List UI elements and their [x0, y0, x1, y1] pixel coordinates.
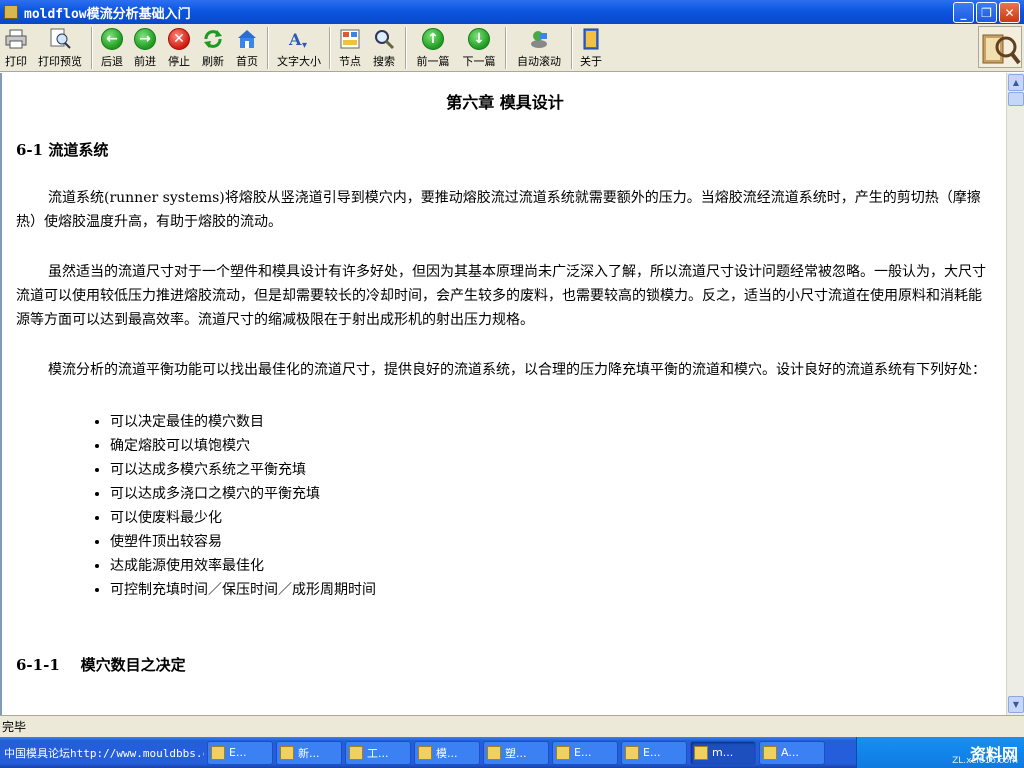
taskbar-item[interactable]: 新...: [276, 740, 342, 765]
taskbar-url-text: 中国模具论坛http://www.mouldbbs.com: [4, 746, 204, 760]
window-title: moldflow模流分析基础入门: [24, 6, 191, 22]
font-size-icon: A ▾: [287, 27, 311, 51]
application-icon: [487, 745, 501, 760]
subsection-title: 6-1-1 模穴数目之决定: [16, 656, 186, 674]
toolbar: 打印 打印预览 ← 后退 → 前进 ✕ 停止 刷新 首页 A ▾ 文字大小 节点…: [0, 24, 1024, 72]
text-size-button[interactable]: A ▾ 文字大小: [272, 24, 326, 70]
refresh-button[interactable]: 刷新: [196, 24, 230, 70]
taskbar-item[interactable]: 模...: [414, 740, 480, 765]
tree-nodes-icon: [338, 27, 362, 51]
back-button[interactable]: ← 后退: [96, 24, 128, 70]
status-bar: 完毕: [0, 715, 1024, 737]
application-icon: [763, 745, 777, 760]
auto-scroll-icon: [527, 27, 551, 51]
vertical-scrollbar[interactable]: ▲ ▼: [1006, 73, 1024, 715]
auto-scroll-button[interactable]: 自动滚动: [510, 24, 568, 70]
folder-icon: [211, 745, 225, 760]
status-text: 完毕: [2, 720, 27, 734]
watermark-url: ZL.xcl616.com: [952, 756, 1018, 766]
about-button[interactable]: 关于: [576, 24, 606, 70]
window-controls: _ ❐ ✕: [953, 2, 1020, 23]
list-item: 达成能源使用效率最佳化: [110, 554, 994, 578]
section-title: 6-1 流道系统: [16, 141, 109, 159]
up-arrow-icon: ↑: [422, 28, 444, 50]
about-book-icon: [579, 27, 603, 51]
scroll-down-button[interactable]: ▼: [1008, 696, 1024, 713]
next-article-button[interactable]: ↓ 下一篇: [456, 24, 502, 70]
printer-icon: [4, 27, 28, 51]
svg-text:A: A: [288, 30, 302, 49]
home-button[interactable]: 首页: [230, 24, 264, 70]
document-icon: [280, 745, 294, 760]
taskbar-item[interactable]: A...: [759, 740, 825, 765]
list-item: 可以决定最佳的模穴数目: [110, 410, 994, 434]
forward-arrow-icon: →: [134, 28, 156, 50]
folder-icon: [556, 745, 570, 760]
taskbar-item-active[interactable]: m...: [690, 740, 756, 765]
paragraph: 虽然适当的流道尺寸对于一个塑件和模具设计有许多好处，但因为其基本原理尚未广泛深入…: [16, 264, 986, 328]
magnifier-page-icon: [48, 27, 72, 51]
app-icon: [4, 5, 18, 19]
search-button[interactable]: 搜索: [366, 24, 402, 70]
stop-icon: ✕: [168, 28, 190, 50]
search-icon: [372, 27, 396, 51]
nodes-button[interactable]: 节点: [334, 24, 366, 70]
help-book-icon: [694, 745, 708, 760]
taskbar-item[interactable]: E...: [621, 740, 687, 765]
scroll-up-button[interactable]: ▲: [1008, 74, 1024, 91]
back-arrow-icon: ←: [101, 28, 123, 50]
benefits-list: 可以决定最佳的模穴数目 确定熔胶可以填饱模穴 可以达成多模穴系统之平衡充填 可以…: [94, 410, 994, 602]
refresh-icon: [201, 27, 225, 51]
scrollbar-thumb[interactable]: [1008, 92, 1024, 106]
home-icon: [235, 27, 259, 51]
document-view: 第六章 模具设计 6-1 流道系统 流道系统(runner systems)将熔…: [0, 73, 1006, 715]
print-preview-button[interactable]: 打印预览: [32, 24, 88, 70]
down-arrow-icon: ↓: [468, 28, 490, 50]
minimize-button[interactable]: _: [953, 2, 974, 23]
restore-button[interactable]: ❐: [976, 2, 997, 23]
close-button[interactable]: ✕: [999, 2, 1020, 23]
application-icon: [418, 745, 432, 760]
taskbar-item[interactable]: E...: [552, 740, 618, 765]
brand-logo-icon: [978, 26, 1022, 68]
system-tray: 资料网 ZL.xcl616.com: [856, 737, 1024, 768]
list-item: 可控制充填时间／保压时间／成形周期时间: [110, 578, 994, 602]
folder-icon: [625, 745, 639, 760]
svg-text:▾: ▾: [302, 40, 307, 50]
list-item: 确定熔胶可以填饱模穴: [110, 434, 994, 458]
stop-button[interactable]: ✕ 停止: [162, 24, 196, 70]
chapter-title: 第六章 模具设计: [446, 93, 564, 112]
application-icon: [349, 745, 363, 760]
list-item: 可以达成多浇口之模穴的平衡充填: [110, 482, 994, 506]
taskbar-item[interactable]: E...: [207, 740, 273, 765]
title-bar: moldflow模流分析基础入门 _ ❐ ✕: [0, 0, 1024, 24]
list-item: 可以使废料最少化: [110, 506, 994, 530]
list-item: 可以达成多模穴系统之平衡充填: [110, 458, 994, 482]
previous-article-button[interactable]: ↑ 前一篇: [410, 24, 456, 70]
paragraph: 模流分析的流道平衡功能可以找出最佳化的流道尺寸，提供良好的流道系统，以合理的压力…: [48, 362, 986, 378]
taskbar: 中国模具论坛http://www.mouldbbs.com E... 新... …: [0, 737, 1024, 768]
list-item: 使塑件顶出较容易: [110, 530, 994, 554]
print-button[interactable]: 打印: [0, 24, 32, 70]
paragraph: 流道系统(runner systems)将熔胶从竖浇道引导到模穴内，要推动熔胶流…: [16, 190, 981, 230]
taskbar-item[interactable]: 工...: [345, 740, 411, 765]
taskbar-item[interactable]: 塑...: [483, 740, 549, 765]
forward-button[interactable]: → 前进: [128, 24, 162, 70]
